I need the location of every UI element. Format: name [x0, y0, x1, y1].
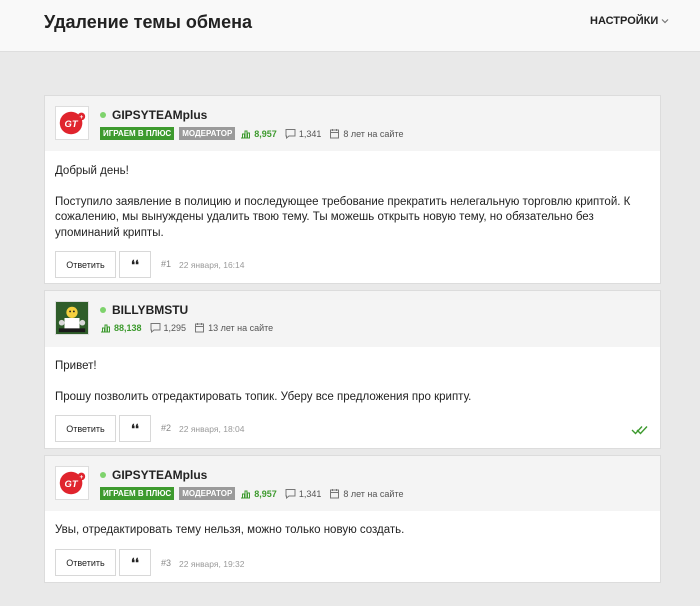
messages-count: 1,341 [298, 488, 322, 499]
svg-text:GT: GT [65, 478, 79, 489]
double-check-icon [631, 426, 648, 435]
post-date: 22 января, 16:14 [179, 260, 245, 270]
messages-icon [150, 323, 161, 333]
post-number-link[interactable]: #3 [161, 558, 171, 568]
calendar-icon [330, 489, 340, 499]
post-number-link[interactable]: #1 [161, 259, 171, 269]
author-meta: 88,138 1,295 13 лет на сайте [100, 322, 281, 333]
svg-text:+: + [79, 474, 83, 481]
post-paragraph: Добрый день! [55, 165, 129, 177]
post-card: GT + GIPSYTEAMplus ИГРАЕМ В ПЛЮС МОДЕРАТ… [44, 95, 661, 284]
messages-count: 1,341 [298, 128, 322, 139]
messages-icon [285, 129, 296, 139]
messages-stat: 1,341 [285, 488, 322, 499]
reputation-value: 8,957 [254, 128, 277, 139]
author-meta: ИГРАЕМ В ПЛЮС МОДЕРАТОР 8,957 1,341 8 ле… [100, 487, 411, 500]
on-site-stat: 8 лет на сайте [329, 488, 403, 499]
on-site-duration: 13 лет на сайте [208, 322, 274, 333]
post-paragraph: Поступило заявление в полицию и последую… [55, 195, 631, 239]
reputation-stat: 88,138 [100, 322, 142, 333]
post-header: GT + GIPSYTEAMplus ИГРАЕМ В ПЛЮС МОДЕРАТ… [45, 96, 660, 151]
gipsyteam-logo: GT + [59, 111, 86, 135]
reply-button[interactable]: Ответить [55, 549, 116, 576]
group-badge: ИГРАЕМ В ПЛЮС [100, 127, 175, 140]
reply-button[interactable]: Ответить [55, 251, 116, 278]
calendar-icon [330, 129, 340, 139]
post-date: 22 января, 18:04 [179, 424, 245, 434]
reputation-stat: 8,957 [240, 488, 277, 499]
settings-label: НАСТРОЙКИ [590, 15, 659, 27]
post-card: BILLYBMSTU 88,138 1,295 13 лет на сайте … [44, 290, 661, 449]
quote-button[interactable]: ❛❛ [119, 251, 151, 278]
messages-count: 1,295 [163, 322, 187, 333]
author-name[interactable]: GIPSYTEAMplus [112, 108, 207, 122]
messages-stat: 1,341 [285, 128, 322, 139]
svg-text:+: + [79, 114, 83, 121]
author-meta: ИГРАЕМ В ПЛЮС МОДЕРАТОР 8,957 1,341 8 ле… [100, 127, 411, 140]
post-header: BILLYBMSTU 88,138 1,295 13 лет на сайте [45, 291, 660, 347]
post-card: GT + GIPSYTEAMplus ИГРАЕМ В ПЛЮС МОДЕРАТ… [44, 455, 661, 583]
role-badge: МОДЕРАТОР [179, 127, 236, 140]
settings-menu[interactable]: НАСТРОЙКИ [590, 15, 669, 27]
author-row: BILLYBMSTU [100, 303, 188, 317]
post-paragraph: Прошу позволить отредактировать топик. У… [55, 390, 472, 403]
reputation-chart-icon [101, 324, 110, 333]
svg-text:GT: GT [65, 118, 79, 129]
page-title: Удаление темы обмена [44, 12, 253, 32]
reply-button[interactable]: Ответить [55, 415, 116, 442]
post-paragraph: Привет! [55, 360, 97, 372]
on-site-duration: 8 лет на сайте [343, 128, 404, 139]
author-row: GIPSYTEAMplus [100, 468, 207, 482]
quote-button[interactable]: ❛❛ [119, 415, 151, 442]
post-number-link[interactable]: #2 [161, 423, 171, 433]
group-badge: ИГРАЕМ В ПЛЮС [100, 487, 175, 500]
online-status-dot [100, 112, 106, 118]
reputation-stat: 8,957 [240, 128, 277, 139]
online-status-dot [100, 307, 106, 313]
avatar[interactable]: GT + [55, 106, 89, 140]
quote-button[interactable]: ❛❛ [119, 549, 151, 576]
chevron-down-icon [661, 19, 669, 24]
author-name[interactable]: GIPSYTEAMplus [112, 468, 207, 482]
role-badge: МОДЕРАТОР [179, 487, 236, 500]
on-site-stat: 8 лет на сайте [329, 128, 403, 139]
on-site-duration: 8 лет на сайте [343, 488, 404, 499]
author-row: GIPSYTEAMplus [100, 108, 207, 122]
avatar[interactable]: GT + [55, 466, 89, 500]
on-site-stat: 13 лет на сайте [194, 322, 273, 333]
reputation-value: 8,957 [254, 488, 277, 499]
calendar-icon [195, 323, 205, 333]
online-status-dot [100, 472, 106, 478]
reputation-chart-icon [241, 490, 251, 499]
top-bar: Удаление темы обмена НАСТРОЙКИ [0, 0, 700, 52]
reputation-chart-icon [241, 130, 251, 139]
poker-avatar [56, 302, 88, 334]
gipsyteam-logo: GT + [59, 471, 86, 495]
avatar[interactable] [55, 301, 89, 335]
author-name[interactable]: BILLYBMSTU [112, 303, 188, 317]
messages-stat: 1,295 [150, 322, 187, 333]
post-header: GT + GIPSYTEAMplus ИГРАЕМ В ПЛЮС МОДЕРАТ… [45, 456, 660, 511]
post-date: 22 января, 19:32 [179, 559, 245, 569]
messages-icon [285, 489, 296, 499]
reputation-value: 88,138 [114, 322, 142, 333]
post-paragraph: Увы, отредактировать тему нельзя, можно … [55, 524, 405, 536]
post-body: Добрый день! Поступило заявление в полиц… [55, 164, 650, 256]
post-body: Привет! Прошу позволить отредактировать … [55, 359, 650, 420]
